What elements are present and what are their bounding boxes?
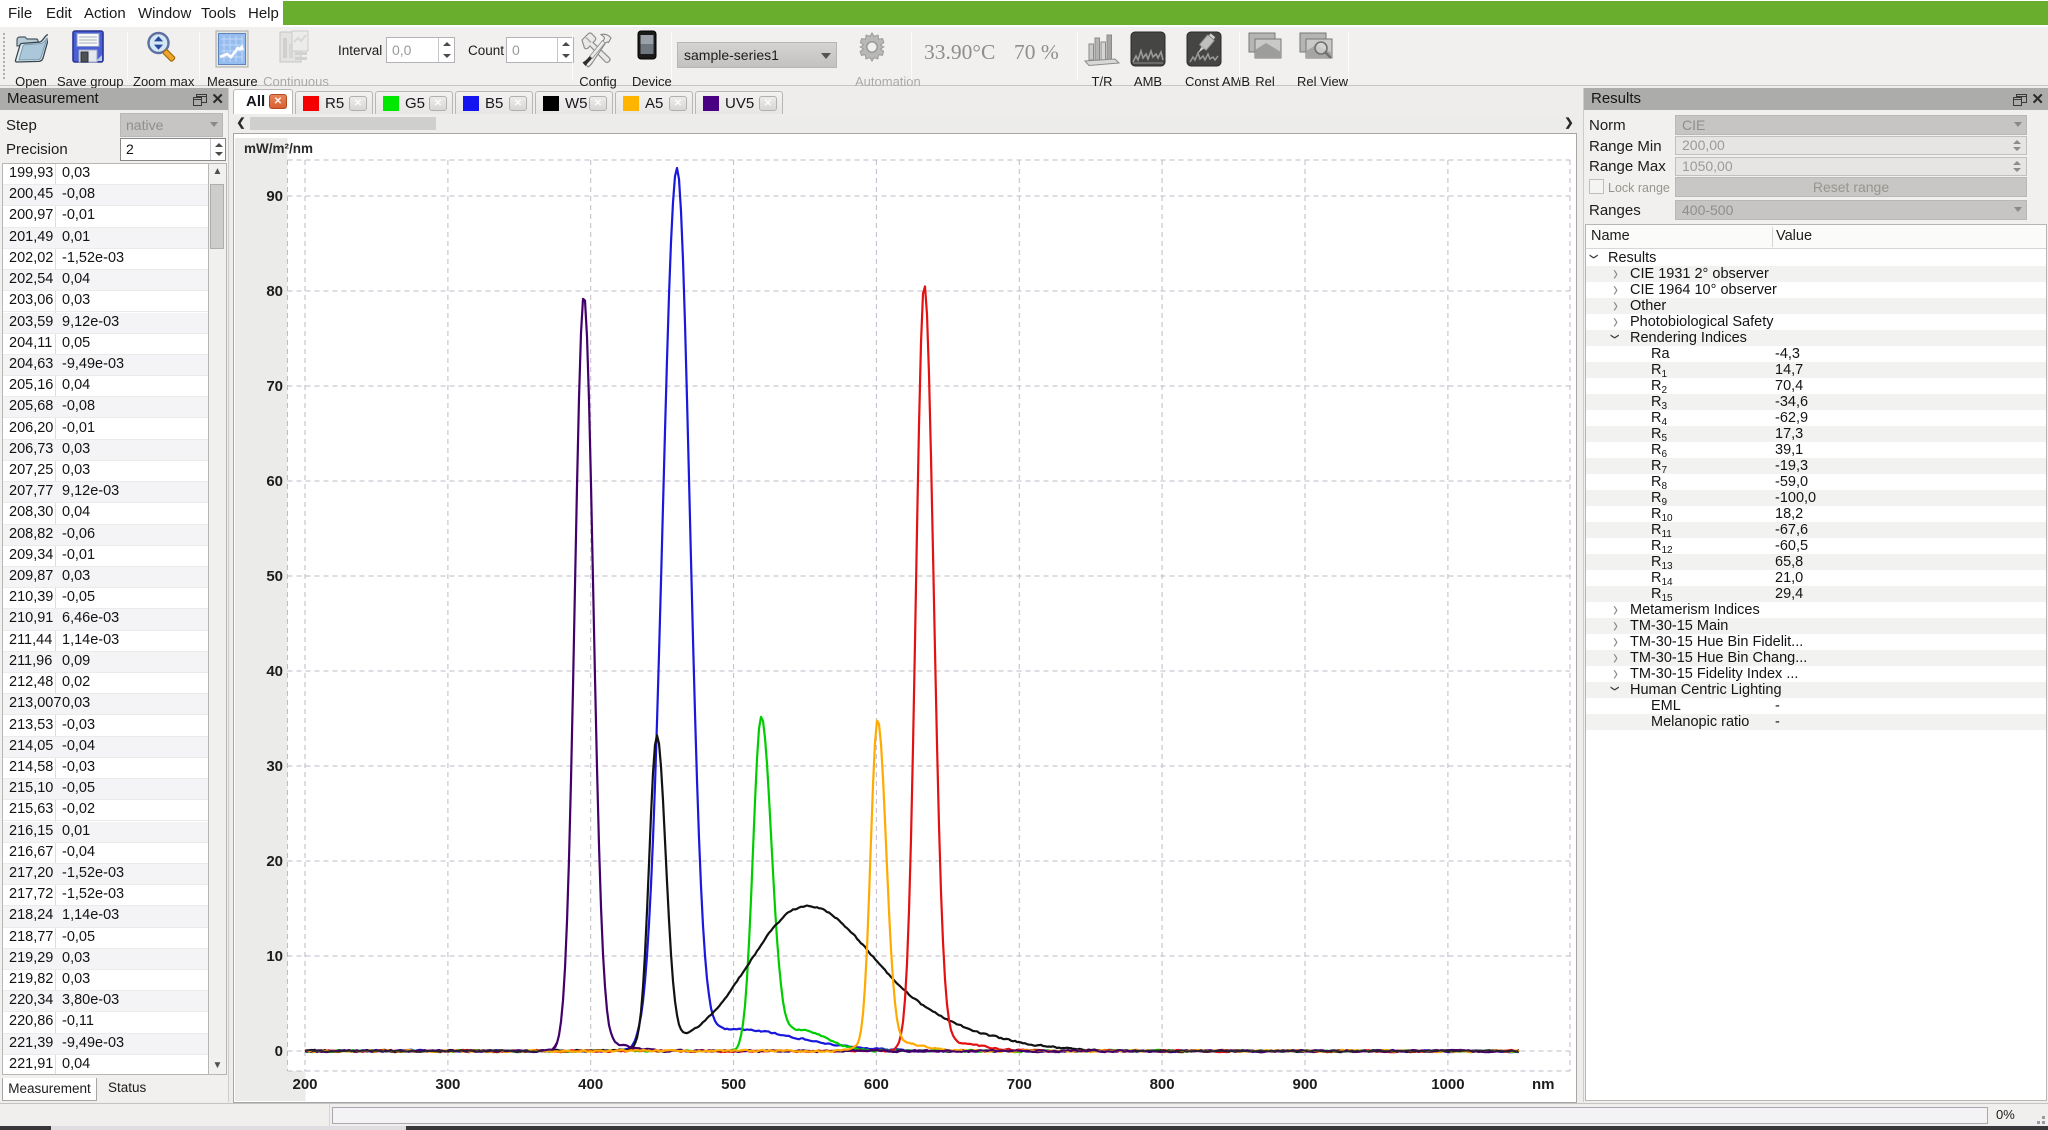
svg-text:40: 40 — [266, 663, 283, 680]
svg-text:30: 30 — [266, 758, 283, 775]
svg-text:nm: nm — [1532, 1076, 1555, 1093]
svg-text:800: 800 — [1150, 1076, 1175, 1093]
svg-text:70: 70 — [266, 378, 283, 395]
svg-text:80: 80 — [266, 283, 283, 300]
svg-text:300: 300 — [435, 1076, 460, 1093]
svg-text:1000: 1000 — [1431, 1076, 1464, 1093]
svg-text:60: 60 — [266, 473, 283, 490]
svg-text:600: 600 — [864, 1076, 889, 1093]
svg-text:900: 900 — [1292, 1076, 1317, 1093]
svg-text:10: 10 — [266, 948, 283, 965]
svg-text:400: 400 — [578, 1076, 603, 1093]
svg-text:500: 500 — [721, 1076, 746, 1093]
svg-text:mW/m²/nm: mW/m²/nm — [244, 141, 313, 156]
svg-text:90: 90 — [266, 188, 283, 205]
svg-text:50: 50 — [266, 568, 283, 585]
svg-text:200: 200 — [292, 1076, 317, 1093]
svg-text:0: 0 — [275, 1043, 283, 1060]
svg-text:20: 20 — [266, 853, 283, 870]
svg-text:700: 700 — [1007, 1076, 1032, 1093]
